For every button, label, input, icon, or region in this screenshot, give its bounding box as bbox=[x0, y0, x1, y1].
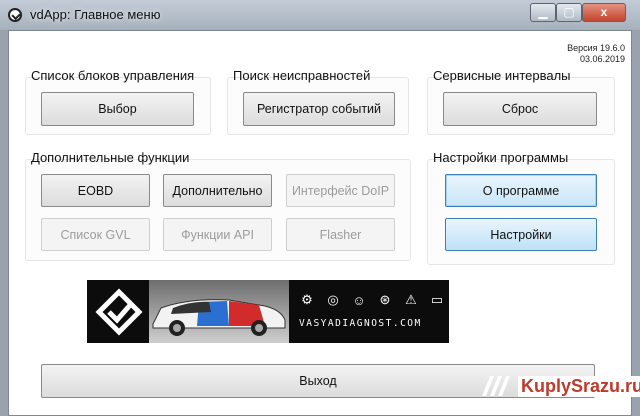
extra-functions-title: Дополнительные функции bbox=[31, 150, 190, 165]
doip-interface-button[interactable]: Интерфейс DoIP bbox=[286, 174, 395, 207]
check-engine-icon: ⚙ bbox=[301, 292, 313, 307]
battery-icon: ▭ bbox=[430, 292, 444, 307]
reset-button[interactable]: Сброс bbox=[443, 92, 597, 126]
watermark: KuplySrazu.ru bbox=[470, 368, 640, 408]
warning-icons-row: ⚙ ◎ ☺ ⊛ ⚠ ▭ bbox=[297, 290, 447, 310]
vasyadiagnost-logo-icon bbox=[95, 288, 143, 336]
version-date: 03.06.2019 bbox=[579, 54, 625, 64]
watermark-text: KuplySrazu.ru bbox=[518, 376, 640, 397]
event-recorder-button[interactable]: Регистратор событий bbox=[243, 92, 395, 126]
watermark-bars-icon bbox=[482, 376, 510, 396]
minimize-button[interactable]: ▁ bbox=[530, 3, 556, 22]
gvl-list-button[interactable]: Список GVL bbox=[41, 218, 150, 251]
close-button[interactable]: x bbox=[582, 3, 626, 22]
fault-search-title: Поиск неисправностей bbox=[233, 68, 371, 83]
api-functions-button[interactable]: Функции API bbox=[163, 218, 272, 251]
control-units-title: Список блоков управления bbox=[31, 68, 195, 83]
warning-icon: ⚠ bbox=[405, 292, 417, 307]
window-title: vdApp: Главное меню bbox=[30, 7, 161, 22]
version-number: Версия 19.6.0 bbox=[567, 43, 625, 53]
maximize-button[interactable]: ▢ bbox=[556, 3, 582, 22]
title-bar[interactable]: vdApp: Главное меню ▁ ▢ x bbox=[0, 0, 640, 30]
about-button[interactable]: О программе bbox=[445, 174, 597, 207]
version-info: Версия 19.6.0 03.06.2019 bbox=[567, 43, 625, 65]
main-menu-panel: Версия 19.6.0 03.06.2019 Список блоков у… bbox=[8, 30, 632, 416]
settings-button[interactable]: Настройки bbox=[445, 218, 597, 251]
eobd-button[interactable]: EOBD bbox=[41, 174, 150, 207]
app-window: vdApp: Главное меню ▁ ▢ x Версия 19.6.0 … bbox=[0, 0, 640, 416]
app-logo-icon bbox=[8, 8, 22, 22]
flasher-button[interactable]: Flasher bbox=[286, 218, 395, 251]
abs-icon: ◎ bbox=[327, 292, 339, 307]
select-button[interactable]: Выбор bbox=[41, 92, 194, 126]
steering-icon: ⊛ bbox=[379, 292, 391, 307]
service-intervals-title: Сервисные интервалы bbox=[433, 68, 571, 83]
promo-banner[interactable]: ⚙ ◎ ☺ ⊛ ⚠ ▭ VASYADIAGNOST.COM bbox=[87, 280, 449, 343]
car-image bbox=[149, 280, 289, 343]
additional-button[interactable]: Дополнительно bbox=[163, 174, 272, 207]
banner-website-text: VASYADIAGNOST.COM bbox=[299, 318, 422, 329]
airbag-icon: ☺ bbox=[352, 292, 366, 308]
program-settings-title: Настройки программы bbox=[433, 150, 569, 165]
